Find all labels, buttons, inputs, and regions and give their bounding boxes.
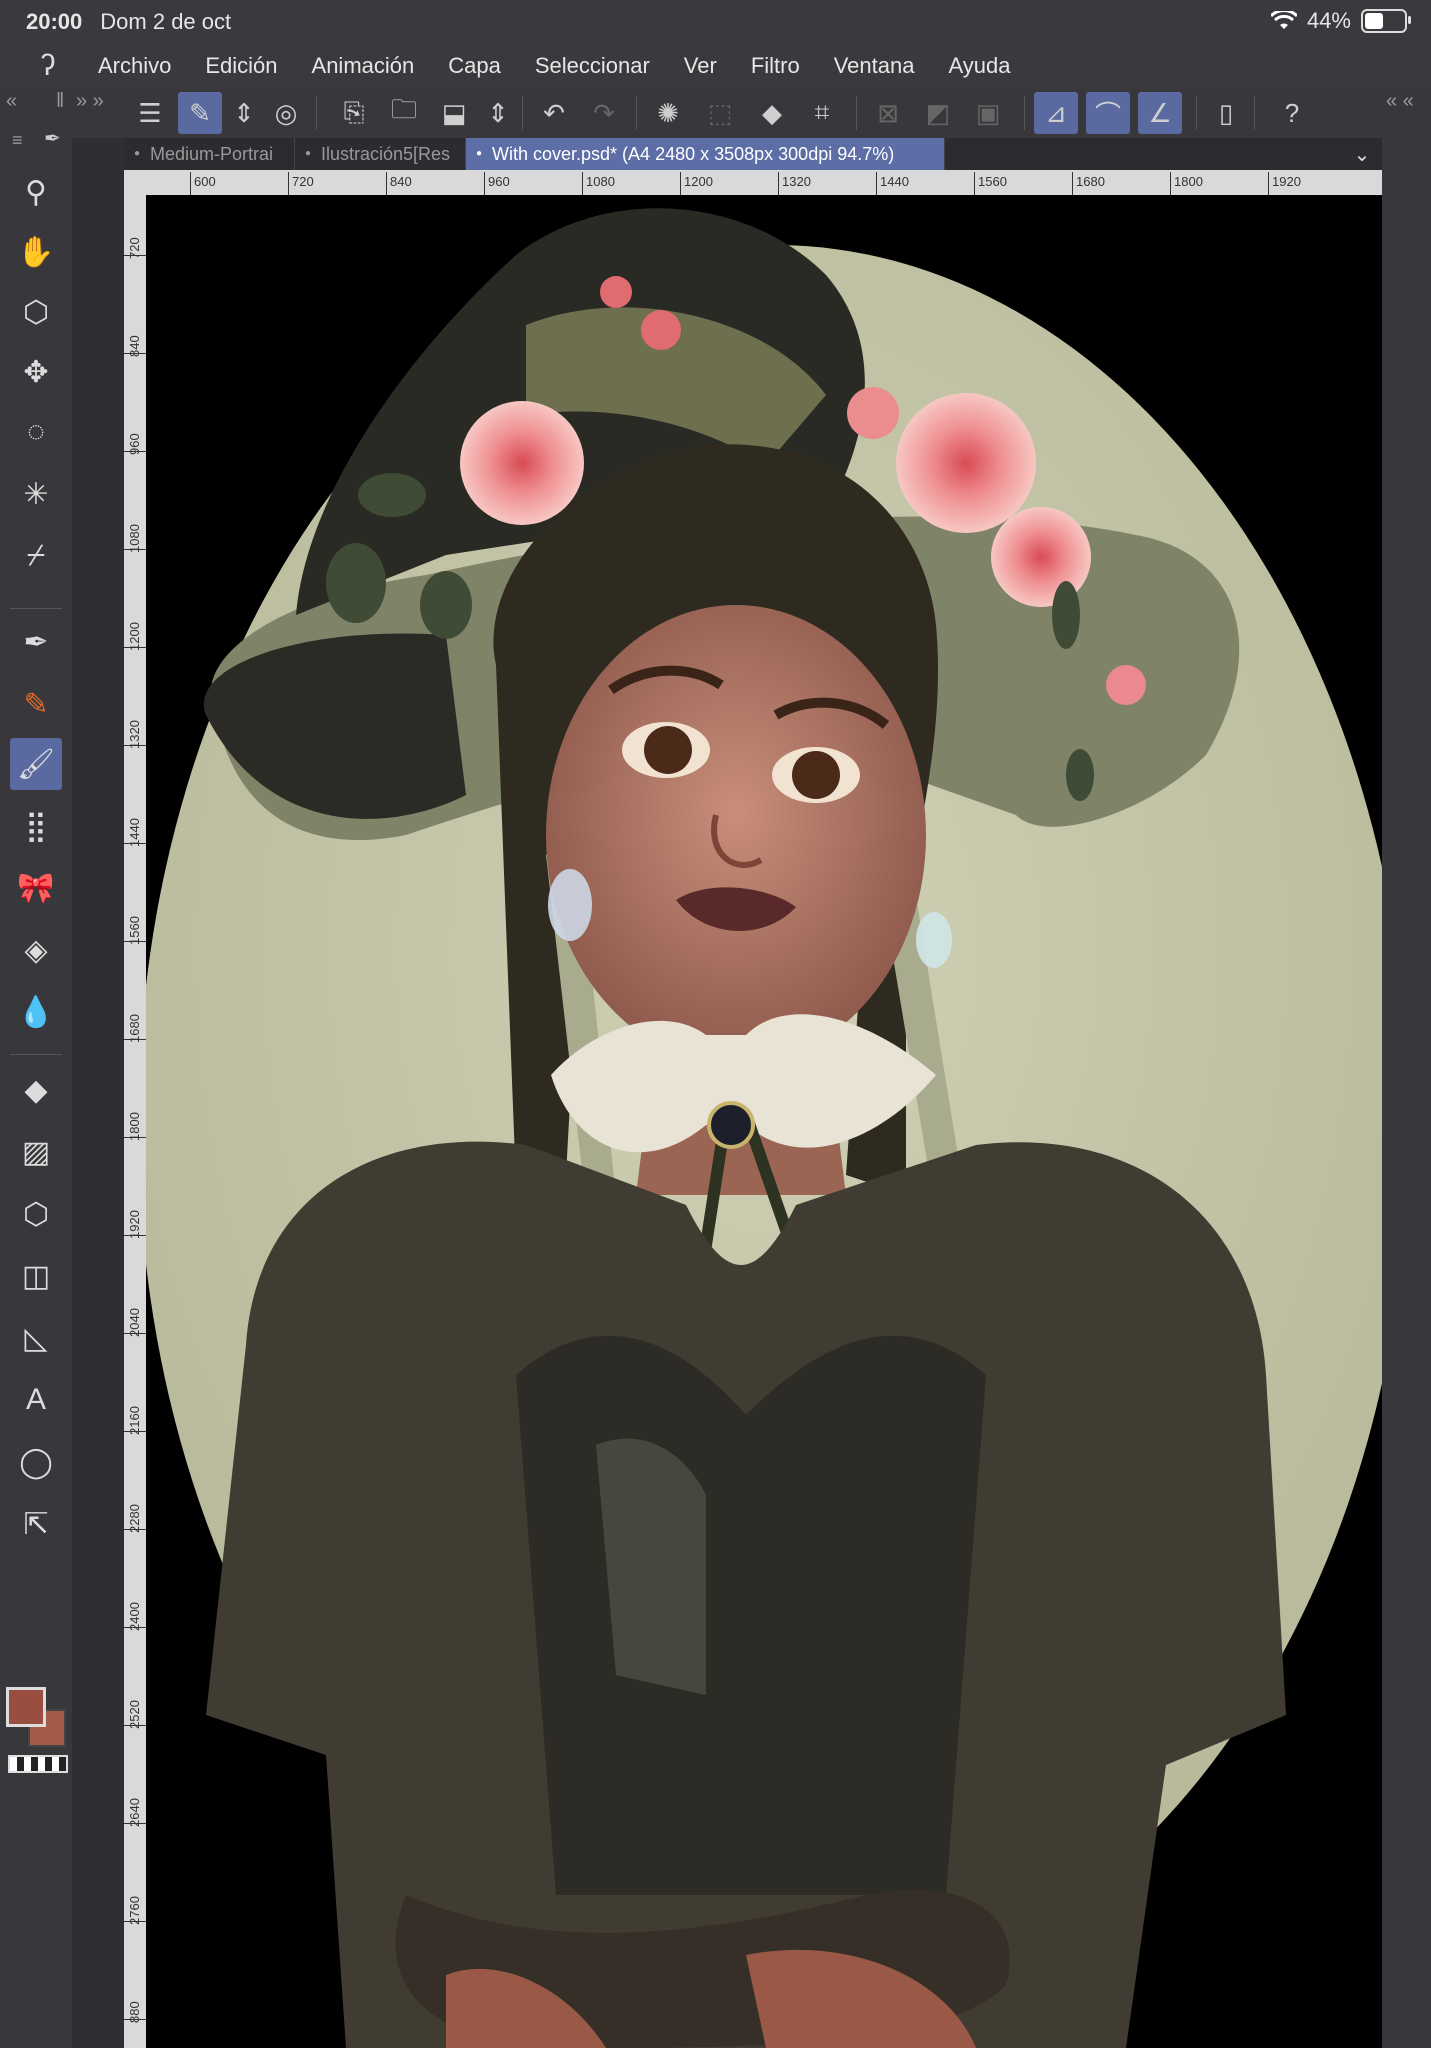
ruler-horizontal: 600 720 840 960 1080 1200 1320 1440 1560… bbox=[124, 170, 1382, 195]
brush-snap-icon[interactable]: ⌒ bbox=[1086, 92, 1130, 134]
frame-icon[interactable]: ▣ bbox=[966, 92, 1010, 134]
blend-icon[interactable]: 💧 bbox=[10, 986, 62, 1038]
help-icon[interactable]: ? bbox=[1270, 92, 1314, 134]
right-panel-edge bbox=[1382, 138, 1431, 2048]
object-select-icon[interactable]: ⬡ bbox=[10, 286, 62, 338]
battery-icon bbox=[1361, 9, 1411, 33]
balloon-icon[interactable]: ◯ bbox=[10, 1436, 62, 1488]
wifi-icon bbox=[1270, 11, 1297, 29]
face bbox=[546, 605, 926, 1065]
left-earring bbox=[548, 869, 592, 941]
frame-border-icon[interactable]: ◫ bbox=[10, 1250, 62, 1302]
tab-medium-portrait[interactable]: Medium-Portrai bbox=[124, 138, 295, 170]
eyedropper-icon[interactable]: ⌿ bbox=[10, 530, 62, 582]
selection-icon[interactable]: ⬚ bbox=[698, 92, 742, 134]
ruler-snap-icon[interactable]: ⊿ bbox=[1034, 92, 1078, 134]
new-file-icon[interactable]: ⎘ bbox=[332, 92, 376, 134]
panel-handle-icon[interactable]: ‖ bbox=[56, 90, 64, 118]
chevron-updown-icon[interactable]: ⇕ bbox=[222, 92, 266, 134]
fill-icon[interactable]: ◆ bbox=[750, 92, 794, 134]
right-earring bbox=[916, 912, 952, 968]
eraser-icon[interactable]: ◈ bbox=[10, 924, 62, 976]
drawing-canvas[interactable] bbox=[146, 195, 1382, 2048]
undo-icon[interactable]: ↶ bbox=[532, 92, 576, 134]
pencil-icon[interactable]: ✎ bbox=[10, 678, 62, 730]
brush-icon[interactable]: 🖌 bbox=[10, 738, 62, 790]
document-tabs: Medium-Portrai Ilustración5[Res With cov… bbox=[124, 138, 1382, 170]
expand-panel-icon[interactable]: » » bbox=[76, 90, 104, 118]
right-iris bbox=[792, 751, 840, 799]
edit-tool-icon[interactable]: ✎ bbox=[178, 92, 222, 134]
status-date: Dom 2 de oct bbox=[100, 9, 232, 34]
hand-icon[interactable]: ✋ bbox=[10, 226, 62, 278]
chevron-updown-icon-2[interactable]: ⇕ bbox=[476, 92, 520, 134]
gradient-icon[interactable]: ▨ bbox=[10, 1126, 62, 1178]
figure-icon[interactable]: ⬡ bbox=[10, 1188, 62, 1240]
line-snap-icon[interactable]: ∠ bbox=[1138, 92, 1182, 134]
magic-wand-icon[interactable]: ✳ bbox=[10, 468, 62, 520]
tool-palette: ≡ ✒ ⚲ ✋ ⬡ ✥ ◌ ✳ ⌿ ✒ ✎ 🖌 ⣿ 🎀 ◈ 💧 ◆ ▨ ⬡ ◫ … bbox=[0, 122, 72, 2048]
clear-icon[interactable]: ⊠ bbox=[866, 92, 910, 134]
save-icon[interactable]: ⬓ bbox=[432, 92, 476, 134]
transparent-color-swatch[interactable] bbox=[8, 1755, 68, 1773]
device-icon[interactable]: ▯ bbox=[1204, 92, 1248, 134]
loading-icon[interactable]: ✺ bbox=[646, 92, 690, 134]
collapse-right-icon[interactable]: « « bbox=[1386, 90, 1414, 118]
correct-line-icon[interactable]: ⇱ bbox=[10, 1498, 62, 1550]
spiral-icon[interactable]: ◎ bbox=[264, 92, 308, 134]
bodice bbox=[516, 1335, 986, 1895]
menu-filtro[interactable]: Filtro bbox=[751, 53, 800, 79]
chevron-down-icon[interactable]: ⌄ bbox=[1342, 138, 1382, 170]
tab-with-cover[interactable]: With cover.psd* (A4 2480 x 3508px 300dpi… bbox=[466, 138, 945, 170]
battery-percent: 44% bbox=[1306, 8, 1351, 33]
menu-archivo[interactable]: Archivo bbox=[98, 53, 171, 79]
collapse-left-icon[interactable]: « bbox=[6, 90, 17, 118]
main-color-swatch[interactable] bbox=[6, 1687, 46, 1727]
menu-bar: ʔ Archivo Edición Animación Capa Selecci… bbox=[0, 44, 1431, 88]
airbrush-icon[interactable]: ⣿ bbox=[10, 800, 62, 852]
status-bar: 20:00 Dom 2 de oct 44% bbox=[0, 0, 1431, 44]
menu-animacion[interactable]: Animación bbox=[312, 53, 415, 79]
text-icon[interactable]: A bbox=[10, 1374, 62, 1426]
pen-mini-icon: ✒ bbox=[44, 128, 61, 150]
lasso-icon[interactable]: ◌ bbox=[10, 406, 62, 458]
move-icon[interactable]: ✥ bbox=[10, 346, 62, 398]
left-iris bbox=[644, 726, 692, 774]
cameo-brooch bbox=[707, 1101, 755, 1149]
ruler-vertical: 720 840 960 1080 1200 1320 1440 1560 168… bbox=[124, 195, 146, 2048]
hamburger-menu-icon[interactable]: ☰ bbox=[128, 92, 172, 134]
fill-bucket-icon[interactable]: ◆ bbox=[10, 1064, 62, 1116]
tab-ilustracion5[interactable]: Ilustración5[Res bbox=[295, 138, 466, 170]
crop-icon[interactable]: ◩ bbox=[916, 92, 960, 134]
palette-menu-icon[interactable]: ≡ bbox=[12, 130, 23, 151]
decoration-icon[interactable]: 🎀 bbox=[10, 862, 62, 914]
app-logo-icon[interactable]: ʔ bbox=[28, 46, 68, 86]
menu-ventana[interactable]: Ventana bbox=[834, 53, 915, 79]
pen-icon[interactable]: ✒ bbox=[10, 616, 62, 668]
open-folder-icon[interactable]: 🗀 bbox=[382, 92, 426, 134]
menu-seleccionar[interactable]: Seleccionar bbox=[535, 53, 650, 79]
workspace-gap bbox=[72, 138, 124, 2048]
status-time: 20:00 bbox=[26, 9, 83, 34]
transform-icon[interactable]: ⌗ bbox=[800, 92, 844, 134]
menu-edicion[interactable]: Edición bbox=[205, 53, 277, 79]
menu-capa[interactable]: Capa bbox=[448, 53, 501, 79]
artwork-illustration bbox=[146, 208, 1382, 2048]
ruler-icon[interactable]: ◺ bbox=[10, 1312, 62, 1364]
zoom-icon[interactable]: ⚲ bbox=[10, 166, 62, 218]
menu-ayuda[interactable]: Ayuda bbox=[948, 53, 1010, 79]
command-bar: « ‖ » » ☰ ✎ ⇕ ◎ ⎘ 🗀 ⬓ ⇕ ↶ ↷ ✺ ⬚ ◆ ⌗ ⊠ ◩ … bbox=[0, 88, 1431, 139]
menu-ver[interactable]: Ver bbox=[684, 53, 717, 79]
redo-icon[interactable]: ↷ bbox=[582, 92, 626, 134]
